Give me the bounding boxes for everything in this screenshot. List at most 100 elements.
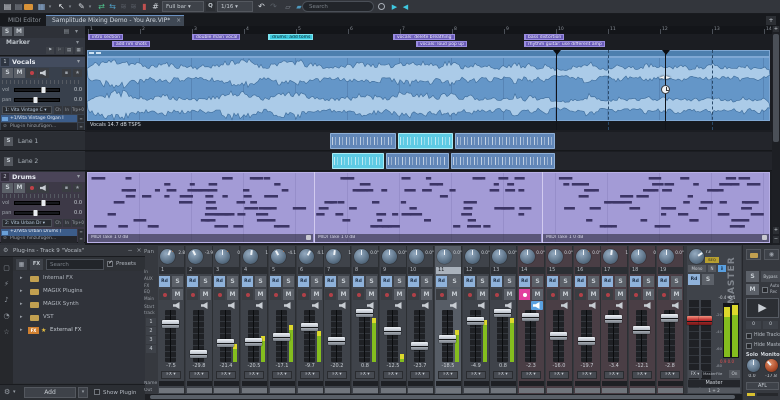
slot-menu-button[interactable]: ≡ <box>78 115 84 122</box>
new-object-icon[interactable]: ▤ <box>13 1 24 13</box>
monitor-speaker-button[interactable] <box>614 301 626 310</box>
read-automation-button[interactable]: Rd <box>491 276 502 287</box>
channel-name-cell[interactable] <box>353 381 378 386</box>
tree-expand-icon[interactable]: ▸ <box>20 300 23 309</box>
channel-name-cell[interactable] <box>187 381 212 386</box>
channel-number[interactable]: 11 <box>436 267 461 274</box>
track-input-chip[interactable]: In <box>63 219 71 227</box>
mute-button[interactable]: M <box>421 289 432 300</box>
track-solo-button[interactable]: S <box>2 183 13 193</box>
monitor-speaker-button[interactable] <box>199 301 211 310</box>
autorec-checkbox[interactable] <box>762 287 768 293</box>
marker-flag[interactable]: vocals: delete breathing <box>393 34 455 40</box>
channel-out-cell[interactable] <box>519 388 544 393</box>
grid-icon[interactable]: # <box>150 1 161 13</box>
global-mute-button[interactable]: M <box>746 284 759 295</box>
undo-button[interactable]: ↶ <box>256 1 267 13</box>
read-automation-button[interactable]: Rd <box>214 276 225 287</box>
channel-name-cell[interactable] <box>408 381 433 386</box>
pointer-tool-caret-icon[interactable]: ▾ <box>67 1 73 13</box>
read-automation-button[interactable]: Rd <box>408 276 419 287</box>
fader-handle[interactable] <box>301 323 318 331</box>
read-automation-button[interactable]: Rd <box>187 276 198 287</box>
add-caret-button[interactable]: ▾ <box>78 387 88 398</box>
marker-flag[interactable]: vocals: loud pop up <box>416 41 467 47</box>
track-vol-slider[interactable] <box>14 88 60 92</box>
zoom-in-button[interactable]: + <box>773 227 779 234</box>
region-grab-handle[interactable] <box>306 235 311 240</box>
track-vol-handle[interactable] <box>41 87 46 93</box>
channel-out-cell[interactable] <box>381 388 406 393</box>
object-edge-line[interactable] <box>556 50 557 130</box>
ungroup-icon[interactable]: ≋ <box>128 1 139 13</box>
track-transpose-chip[interactable]: Trp+0 <box>72 106 84 114</box>
fx-insert-button[interactable]: FX ▾ <box>300 371 320 379</box>
hide-tracks-checkbox[interactable] <box>746 333 752 339</box>
channel-out-cell[interactable] <box>436 388 461 393</box>
fader-handle[interactable] <box>467 317 484 325</box>
fx-insert-button[interactable]: FX ▾ <box>327 371 347 379</box>
fx-insert-button[interactable]: FX ▾ <box>521 371 541 379</box>
monitor-speaker-button[interactable] <box>337 301 349 310</box>
pan-knob[interactable] <box>160 249 175 264</box>
track-record-button[interactable] <box>26 68 37 78</box>
n-button[interactable]: N <box>708 265 716 272</box>
tree-expand-icon[interactable]: ▸ <box>20 274 23 283</box>
all-solo-button[interactable]: S <box>2 27 12 36</box>
monitor-speaker-button[interactable] <box>171 301 183 310</box>
monitor-speaker-button[interactable] <box>310 301 322 310</box>
channel-name-cell[interactable] <box>575 381 600 386</box>
channel-number[interactable]: 7 <box>325 267 350 274</box>
channel-name-cell[interactable] <box>464 381 489 386</box>
record-arm-button[interactable] <box>270 289 281 300</box>
pan-knob[interactable] <box>271 249 286 264</box>
mute-button[interactable]: M <box>255 289 266 300</box>
solo-button[interactable]: S <box>560 276 571 287</box>
fx-insert-button[interactable]: FX ▾ <box>632 371 652 379</box>
mute-button[interactable]: M <box>394 289 405 300</box>
read-automation-button[interactable]: Rd <box>298 276 309 287</box>
fx-insert-button[interactable]: FX ▾ <box>410 371 430 379</box>
region-handle[interactable] <box>89 52 94 54</box>
marker-flag[interactable]: rhythm guitar: use different amp <box>524 41 605 47</box>
channel-number[interactable]: 3 <box>214 267 239 274</box>
track-channel-chip[interactable]: Ch <box>54 106 62 114</box>
read-automation-button[interactable]: Rd <box>436 276 447 287</box>
fx-insert-button[interactable]: FX ▾ <box>161 371 181 379</box>
channel-number[interactable]: 15 <box>547 267 572 274</box>
channel-name-cell[interactable] <box>491 381 516 386</box>
global-solo-button[interactable]: S <box>746 271 759 282</box>
channel-name-cell[interactable] <box>242 381 267 386</box>
mute-button[interactable]: M <box>283 289 294 300</box>
channel-out-cell[interactable] <box>298 388 323 393</box>
marker-flag[interactable]: intro section <box>88 34 123 40</box>
record-arm-button[interactable] <box>602 289 613 300</box>
new-project-icon[interactable]: ▤ <box>2 1 13 13</box>
fx-insert-button[interactable]: FX ▾ <box>244 371 264 379</box>
record-arm-button[interactable] <box>408 289 419 300</box>
fader-handle[interactable] <box>439 335 456 343</box>
pan-knob[interactable] <box>437 249 452 264</box>
record-arm-button[interactable] <box>353 289 364 300</box>
tree-item-label[interactable]: VST <box>43 313 54 322</box>
marker-track-caret-icon[interactable]: ▾ <box>76 39 79 47</box>
pan-knob[interactable] <box>382 249 397 264</box>
channel-name-cell[interactable] <box>630 381 655 386</box>
mixer-section-label[interactable]: AUX <box>144 276 157 282</box>
track-mute-button[interactable]: M <box>14 183 25 193</box>
zero-trim-button[interactable]: 0 <box>746 321 761 329</box>
track-device-select[interactable]: 1: Vita Vintage C ▾ <box>2 106 52 114</box>
channel-name-cell[interactable] <box>547 381 572 386</box>
read-automation-button[interactable]: Rd <box>159 276 170 287</box>
pan-knob[interactable] <box>631 249 646 264</box>
record-arm-button[interactable] <box>464 289 475 300</box>
channel-number[interactable]: 16 <box>575 267 600 274</box>
browser-minimize-icon[interactable]: − <box>126 246 134 256</box>
pan-knob[interactable] <box>215 249 230 264</box>
channel-number[interactable]: 18 <box>630 267 655 274</box>
channel-name-cell[interactable] <box>325 381 350 386</box>
channel-out-cell[interactable] <box>242 388 267 393</box>
marker-flag[interactable]: add rim shots <box>112 41 150 47</box>
fx-insert-button[interactable]: FX ▾ <box>189 371 209 379</box>
lane-solo-button[interactable]: S <box>4 137 13 146</box>
